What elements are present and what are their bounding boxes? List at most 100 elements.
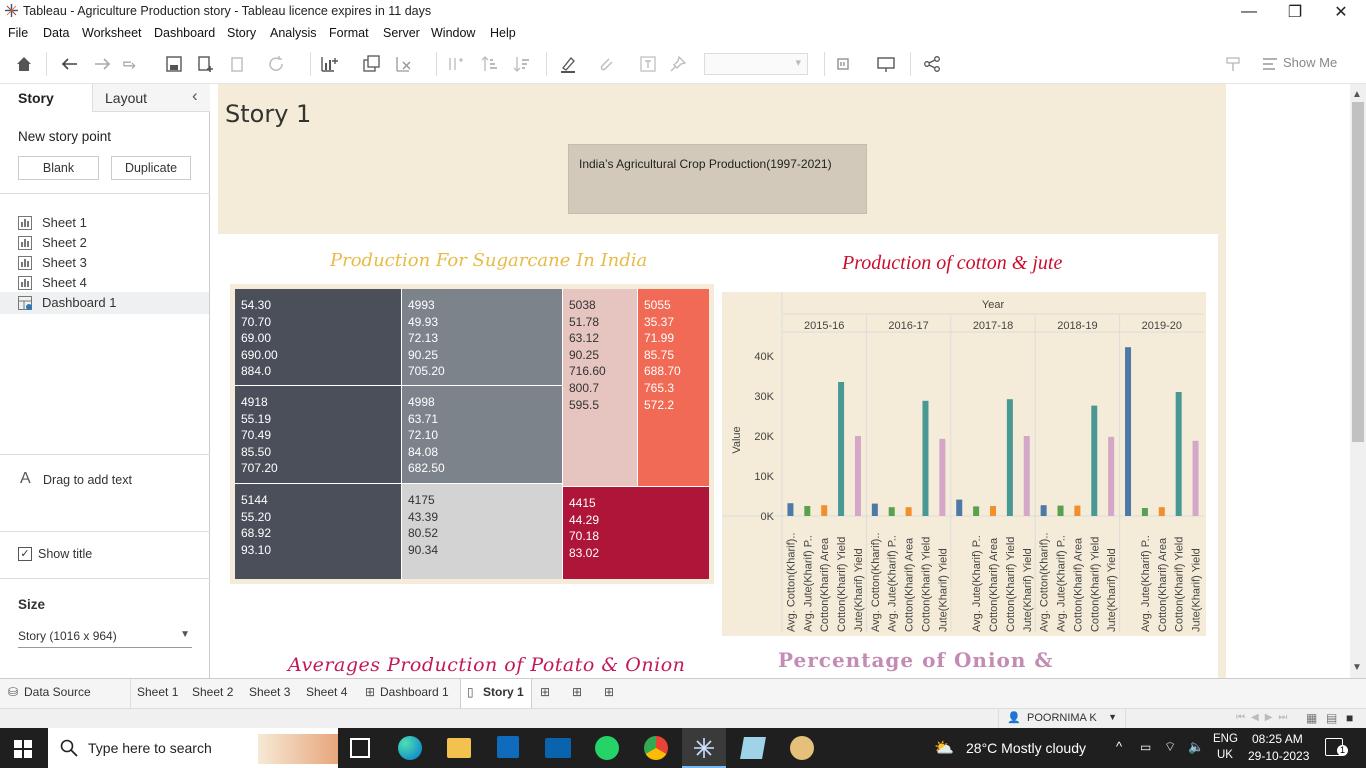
- scrollbar-thumb[interactable]: [1352, 102, 1364, 442]
- menu-story[interactable]: Story: [227, 26, 256, 40]
- user-menu[interactable]: 👤 POORNIMA K ▼: [998, 709, 1126, 729]
- whatsapp-icon[interactable]: [595, 736, 619, 760]
- menu-help[interactable]: Help: [490, 26, 516, 40]
- tab-dashboard-1[interactable]: Dashboard 1: [380, 685, 449, 699]
- edge-icon[interactable]: [398, 736, 422, 760]
- menu-file[interactable]: File: [8, 26, 28, 40]
- taskbar-search[interactable]: Type here to search: [48, 728, 338, 768]
- treemap-cell[interactable]: 5144 55.20 68.92 93.10: [235, 484, 402, 579]
- scroll-down-icon[interactable]: ▼: [1352, 662, 1362, 673]
- pager-icons[interactable]: ⏮◀▶⏭: [1236, 712, 1293, 723]
- tab-sheet-4[interactable]: Sheet 4: [306, 685, 347, 699]
- sort-descending-icon[interactable]: [512, 54, 532, 74]
- menu-server[interactable]: Server: [383, 26, 420, 40]
- chrome-icon[interactable]: [644, 736, 668, 760]
- attach-icon[interactable]: [596, 54, 616, 74]
- minimize-button[interactable]: —: [1226, 0, 1272, 24]
- menu-dashboard[interactable]: Dashboard: [154, 26, 215, 40]
- clock-date[interactable]: 29-10-2023: [1248, 749, 1309, 763]
- presentation-mode-icon[interactable]: [876, 54, 896, 74]
- new-worksheet-icon[interactable]: [320, 54, 340, 74]
- swap-icon[interactable]: [446, 54, 466, 74]
- treemap-cell[interactable]: 5038 51.78 63.12 90.25 716.60 800.7 595.…: [563, 289, 638, 487]
- tray-chevron-icon[interactable]: ^: [1116, 739, 1122, 754]
- tab-data-source[interactable]: Data Source: [24, 685, 91, 699]
- sidebar-item-sheet-4[interactable]: Sheet 4: [18, 275, 87, 290]
- menu-worksheet[interactable]: Worksheet: [82, 26, 142, 40]
- pin-icon[interactable]: [668, 54, 688, 74]
- refresh-icon[interactable]: [266, 54, 286, 74]
- tab-story-1[interactable]: Story 1: [483, 685, 524, 699]
- highlight-icon[interactable]: [558, 54, 578, 74]
- tab-sheet-1[interactable]: Sheet 1: [137, 685, 178, 699]
- tab-sheet-2[interactable]: Sheet 2: [192, 685, 233, 699]
- duplicate-sheet-icon[interactable]: [362, 54, 382, 74]
- sidebar-item-sheet-2[interactable]: Sheet 2: [18, 235, 87, 250]
- sidebar-item-sheet-3[interactable]: Sheet 3: [18, 255, 87, 270]
- tab-story[interactable]: Story: [18, 90, 54, 106]
- wifi-icon[interactable]: ⌔: [1164, 739, 1176, 755]
- treemap-cell[interactable]: 4415 44.29 70.18 83.02: [563, 487, 709, 579]
- treemap-cell[interactable]: 4918 55.19 70.49 85.50 707.20: [235, 386, 402, 484]
- mail-icon[interactable]: [545, 738, 571, 758]
- new-worksheet-tab-icon[interactable]: ⊞: [540, 685, 550, 699]
- undo-icon[interactable]: [60, 54, 80, 74]
- sidebar-item-dashboard-1[interactable]: Dashboard 1: [18, 295, 116, 310]
- tableau-taskbar-button[interactable]: [682, 728, 726, 768]
- new-dashboard-tab-icon[interactable]: ⊞: [572, 685, 582, 699]
- paint-icon[interactable]: [790, 736, 814, 760]
- volume-icon[interactable]: 🔈: [1188, 739, 1204, 755]
- duplicate-button[interactable]: Duplicate: [111, 156, 191, 180]
- collapse-icon[interactable]: ‹: [192, 86, 198, 106]
- redo-icon[interactable]: [92, 54, 112, 74]
- maximize-button[interactable]: ❐: [1272, 0, 1318, 24]
- vertical-scrollbar[interactable]: ▲ ▼: [1350, 84, 1366, 678]
- sidebar-item-sheet-1[interactable]: Sheet 1: [18, 215, 87, 230]
- fit-dropdown[interactable]: ▾: [704, 53, 808, 75]
- show-cards-icon[interactable]: [836, 54, 856, 74]
- app-icon[interactable]: [740, 737, 766, 759]
- drag-to-add-text[interactable]: Drag to add text: [43, 473, 132, 487]
- size-dropdown[interactable]: Story (1016 x 964) ▼: [18, 626, 192, 648]
- home-icon[interactable]: [14, 54, 34, 74]
- windows-start-icon[interactable]: [14, 740, 32, 758]
- new-story-tab-icon[interactable]: ⊞: [604, 685, 614, 699]
- grid-view-icon[interactable]: ▦: [1306, 711, 1317, 725]
- battery-icon[interactable]: ▭: [1140, 740, 1151, 754]
- blank-button[interactable]: Blank: [18, 156, 99, 180]
- treemap-cell[interactable]: 5055 35.37 71.99 85.75 688.70 765.3 572.…: [638, 289, 709, 487]
- menu-data[interactable]: Data: [43, 26, 69, 40]
- menu-window[interactable]: Window: [431, 26, 475, 40]
- new-datasource-icon[interactable]: [196, 54, 216, 74]
- store-icon[interactable]: [497, 736, 519, 758]
- keyboard-layout[interactable]: UK: [1217, 749, 1233, 761]
- show-me-icon[interactable]: [1260, 54, 1280, 74]
- text-box-icon[interactable]: [638, 54, 658, 74]
- menu-analysis[interactable]: Analysis: [270, 26, 317, 40]
- menu-format[interactable]: Format: [329, 26, 369, 40]
- show-me-button[interactable]: Show Me: [1283, 55, 1337, 70]
- language-code[interactable]: ENG: [1213, 733, 1238, 745]
- format-painter-icon[interactable]: [1224, 54, 1244, 74]
- show-title-checkbox[interactable]: ✓: [18, 547, 32, 561]
- paste-icon[interactable]: [228, 54, 248, 74]
- tab-sheet-3[interactable]: Sheet 3: [249, 685, 290, 699]
- redirect-icon[interactable]: [122, 54, 142, 74]
- share-icon[interactable]: [922, 54, 942, 74]
- filmstrip-view-icon[interactable]: ▤: [1326, 711, 1337, 725]
- tab-view-icon[interactable]: ■: [1346, 711, 1353, 725]
- treemap-cell[interactable]: 54.30 70.70 69.00 690.00 884.0: [235, 289, 402, 386]
- clock-time[interactable]: 08:25 AM: [1252, 732, 1303, 746]
- file-explorer-icon[interactable]: [447, 738, 471, 758]
- story-point-caption[interactable]: India’s Agricultural Crop Production(199…: [568, 144, 867, 214]
- sort-ascending-icon[interactable]: [480, 54, 500, 74]
- scroll-up-icon[interactable]: ▲: [1352, 89, 1362, 100]
- clear-sheet-icon[interactable]: [394, 54, 414, 74]
- weather-text[interactable]: 28°C Mostly cloudy: [966, 740, 1086, 756]
- task-view-icon[interactable]: [350, 738, 370, 758]
- tab-layout[interactable]: Layout: [105, 90, 147, 106]
- save-icon[interactable]: [164, 54, 184, 74]
- treemap-cell[interactable]: 4175 43.39 80.52 90.34: [402, 484, 563, 579]
- treemap-cell[interactable]: 4993 49.93 72.13 90.25 705.20: [402, 289, 563, 386]
- treemap-cell[interactable]: 4998 63.71 72.10 84.08 682.50: [402, 386, 563, 484]
